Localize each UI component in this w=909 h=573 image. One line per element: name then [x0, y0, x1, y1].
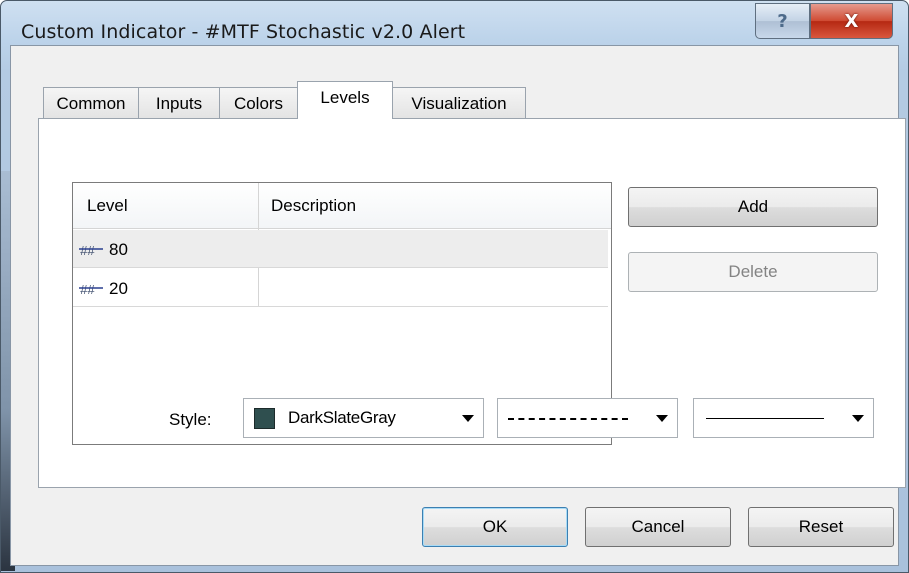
delete-button[interactable]: Delete	[628, 252, 878, 292]
reset-button-label: Reset	[798, 517, 844, 536]
tab-inputs[interactable]: Inputs	[138, 87, 220, 119]
help-icon: ?	[777, 10, 788, 32]
cancel-button[interactable]: Cancel	[585, 507, 731, 547]
close-icon: X	[844, 10, 859, 32]
svg-text:##: ##	[80, 243, 95, 257]
delete-button-label: Delete	[728, 262, 778, 281]
svg-text:##: ##	[80, 282, 95, 296]
color-name: DarkSlateGray	[288, 408, 396, 427]
dialog-window: Custom Indicator - #MTF Stochastic v2.0 …	[0, 0, 909, 573]
help-button[interactable]: ?	[755, 3, 810, 39]
tab-label: Visualization	[411, 93, 507, 113]
color-select[interactable]: DarkSlateGray	[243, 398, 484, 438]
table-header: Level Description	[73, 183, 611, 229]
tab-colors[interactable]: Colors	[219, 87, 298, 119]
strikethrough-level-icon: ##	[79, 243, 103, 257]
tab-levels[interactable]: Levels	[297, 81, 393, 119]
add-button[interactable]: Add	[628, 187, 878, 227]
table-row[interactable]: ## 20	[73, 269, 608, 307]
window-title: Custom Indicator - #MTF Stochastic v2.0 …	[21, 21, 466, 43]
tab-common[interactable]: Common	[43, 87, 139, 119]
close-button[interactable]: X	[810, 3, 893, 39]
ok-button[interactable]: OK	[422, 507, 568, 547]
column-header-level[interactable]: Level	[87, 196, 128, 216]
tab-label: Inputs	[155, 93, 203, 113]
table-row[interactable]: ## 80	[73, 230, 608, 268]
level-value: 20	[109, 279, 128, 298]
style-label: Style:	[169, 410, 212, 429]
level-value: 80	[109, 240, 128, 259]
column-header-description[interactable]: Description	[271, 196, 356, 216]
levels-panel: Level Description ## 80 ## 20 Add Delete…	[38, 118, 906, 488]
level-cell[interactable]: ## 20	[79, 279, 128, 299]
chevron-down-icon	[462, 415, 474, 422]
cancel-button-label: Cancel	[631, 517, 685, 536]
tab-label: Levels	[320, 87, 370, 107]
dialog-body: Common Inputs Colors Levels Visualizatio…	[10, 45, 906, 566]
ok-button-label: OK	[482, 517, 508, 536]
strikethrough-level-icon: ##	[79, 282, 103, 296]
reset-button[interactable]: Reset	[748, 507, 894, 547]
solid-line-preview	[706, 418, 824, 419]
color-swatch	[254, 407, 275, 429]
tab-label: Colors	[233, 93, 284, 113]
chevron-down-icon	[656, 415, 668, 422]
line-style-select[interactable]	[497, 398, 678, 438]
dashed-line-preview	[508, 418, 628, 420]
tab-label: Common	[56, 93, 126, 113]
tab-visualization[interactable]: Visualization	[392, 87, 526, 119]
level-cell[interactable]: ## 80	[79, 240, 128, 260]
line-width-select[interactable]	[693, 398, 874, 438]
add-button-label: Add	[737, 197, 769, 216]
chevron-down-icon	[852, 415, 864, 422]
